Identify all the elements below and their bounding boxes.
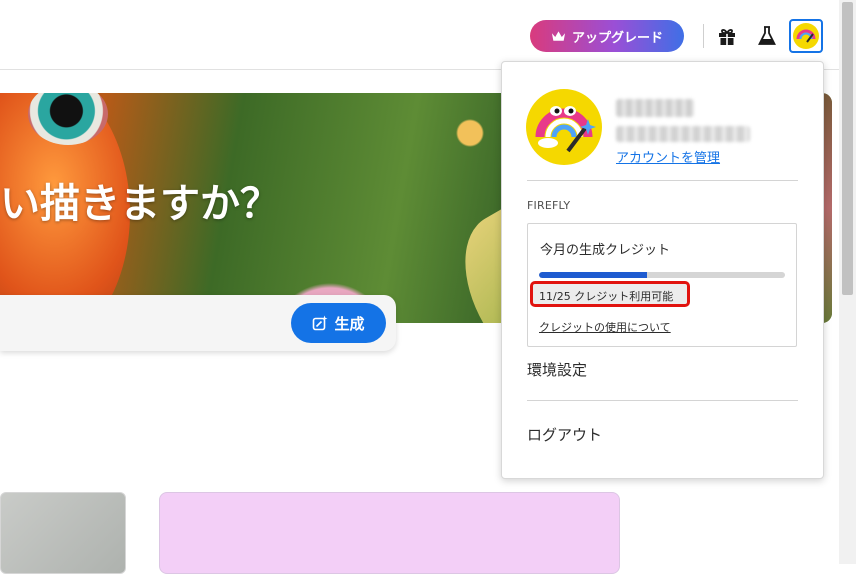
credits-status-highlight: 11/25 クレジット利用可能 [530, 281, 690, 307]
upgrade-label: アップグレード [571, 30, 663, 46]
credits-usage-link[interactable]: クレジットの使用について [539, 319, 671, 335]
credits-progress-bar [539, 272, 785, 278]
gallery-card-2[interactable] [159, 492, 620, 574]
gallery-card-1[interactable] [0, 492, 126, 574]
account-name-redacted [616, 99, 694, 117]
generate-icon [313, 315, 328, 331]
gift-icon [719, 29, 735, 45]
credits-progress-fill [539, 272, 648, 278]
generate-button[interactable]: 生成 [291, 303, 386, 343]
menu-divider [527, 400, 798, 401]
upgrade-button[interactable]: アップグレード [530, 20, 684, 52]
preferences-menu-item[interactable]: 環境設定 [527, 359, 587, 380]
header-divider [703, 24, 704, 48]
scrollbar-thumb[interactable] [842, 2, 853, 295]
menu-divider [527, 180, 798, 181]
account-avatar [526, 89, 602, 165]
profile-avatar-button[interactable] [789, 19, 823, 53]
gift-button[interactable] [714, 22, 740, 50]
credits-title: 今月の生成クレジット [540, 243, 671, 258]
account-email-redacted [616, 126, 750, 142]
avatar-illustration [535, 106, 596, 153]
firefly-section-label: FIREFLY [527, 199, 571, 212]
generate-label: 生成 [334, 314, 365, 333]
credits-status-text: 11/25 クレジット利用可能 [539, 290, 674, 303]
logout-menu-item[interactable]: ログアウト [527, 424, 602, 445]
crown-icon [551, 31, 566, 41]
labs-button[interactable] [754, 22, 780, 50]
hero-title: い描きますか？ [0, 181, 280, 227]
flask-icon [758, 26, 776, 45]
manage-account-link[interactable]: アカウントを管理 [616, 147, 720, 166]
avatar [793, 23, 819, 49]
